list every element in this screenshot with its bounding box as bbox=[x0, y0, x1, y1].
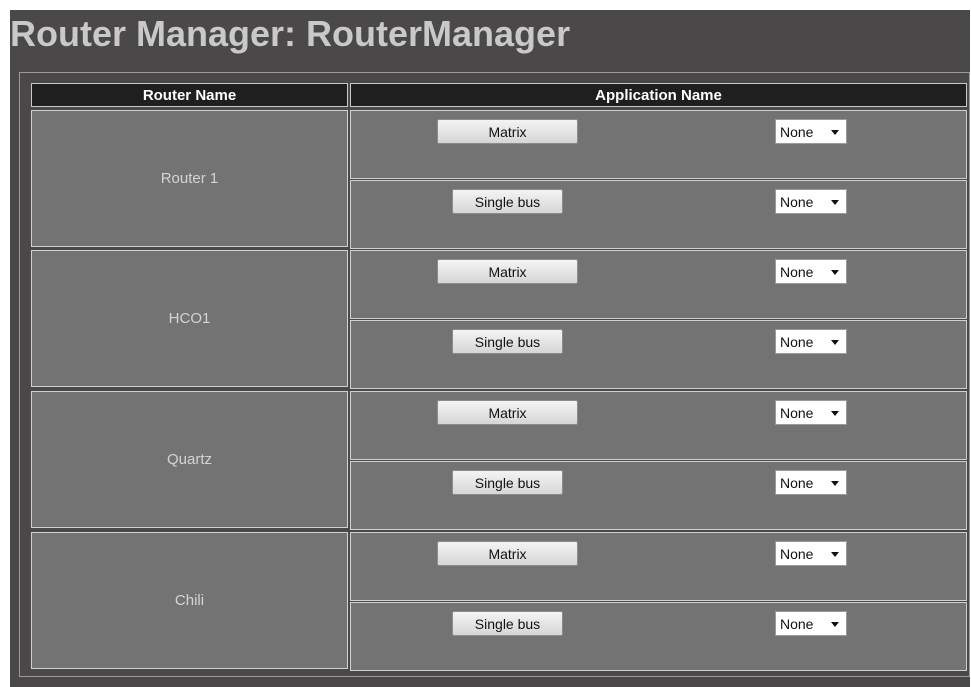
application-select[interactable]: None bbox=[775, 329, 847, 354]
app-row: Matrix None bbox=[350, 532, 967, 601]
router-name-cell: Router 1 bbox=[31, 110, 348, 247]
header-router-name: Router Name bbox=[31, 83, 348, 107]
select-value: None bbox=[780, 263, 814, 280]
router-name-cell: HCO1 bbox=[31, 250, 348, 387]
app-row: Single bus None bbox=[350, 602, 967, 671]
select-value: None bbox=[780, 404, 814, 421]
matrix-button[interactable]: Matrix bbox=[437, 119, 578, 144]
chevron-down-icon bbox=[831, 340, 839, 345]
application-select[interactable]: None bbox=[775, 400, 847, 425]
matrix-button[interactable]: Matrix bbox=[437, 541, 578, 566]
chevron-down-icon bbox=[831, 200, 839, 205]
router-name-cell: Chili bbox=[31, 532, 348, 669]
chevron-down-icon bbox=[831, 411, 839, 416]
application-select[interactable]: None bbox=[775, 470, 847, 495]
app-row: Single bus None bbox=[350, 461, 967, 530]
select-value: None bbox=[780, 333, 814, 350]
application-select[interactable]: None bbox=[775, 119, 847, 144]
app-row: Single bus None bbox=[350, 180, 967, 249]
select-value: None bbox=[780, 474, 814, 491]
chevron-down-icon bbox=[831, 552, 839, 557]
select-value: None bbox=[780, 123, 814, 140]
application-select[interactable]: None bbox=[775, 259, 847, 284]
select-value: None bbox=[780, 193, 814, 210]
page-title: Router Manager: RouterManager bbox=[10, 13, 571, 54]
matrix-button[interactable]: Matrix bbox=[437, 400, 578, 425]
chevron-down-icon bbox=[831, 481, 839, 486]
chevron-down-icon bbox=[831, 622, 839, 627]
select-value: None bbox=[780, 615, 814, 632]
application-select[interactable]: None bbox=[775, 611, 847, 636]
chevron-down-icon bbox=[831, 130, 839, 135]
single-bus-button[interactable]: Single bus bbox=[452, 189, 563, 214]
chevron-down-icon bbox=[831, 270, 839, 275]
select-value: None bbox=[780, 545, 814, 562]
app-row: Matrix None bbox=[350, 250, 967, 319]
application-select[interactable]: None bbox=[775, 541, 847, 566]
app-row: Matrix None bbox=[350, 110, 967, 179]
app-row: Single bus None bbox=[350, 320, 967, 389]
single-bus-button[interactable]: Single bus bbox=[452, 611, 563, 636]
application-select[interactable]: None bbox=[775, 189, 847, 214]
single-bus-button[interactable]: Single bus bbox=[452, 470, 563, 495]
matrix-button[interactable]: Matrix bbox=[437, 259, 578, 284]
header-application-name: Application Name bbox=[350, 83, 967, 107]
app-row: Matrix None bbox=[350, 391, 967, 460]
router-name-cell: Quartz bbox=[31, 391, 348, 528]
single-bus-button[interactable]: Single bus bbox=[452, 329, 563, 354]
